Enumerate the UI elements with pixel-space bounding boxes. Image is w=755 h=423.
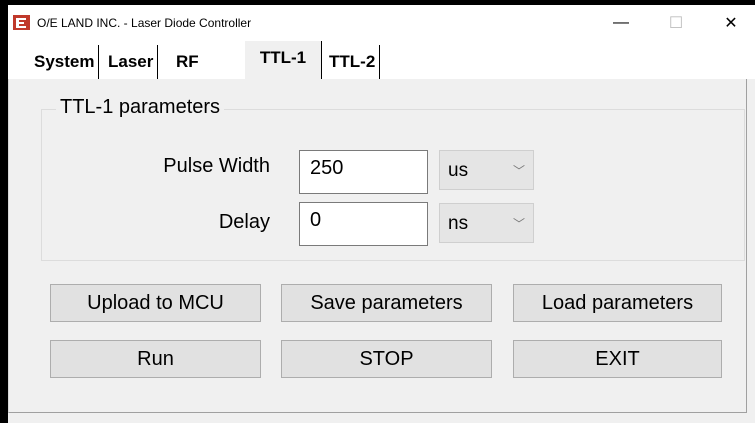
pulse-width-input[interactable]: 250 xyxy=(299,150,428,194)
tab-laser[interactable]: Laser xyxy=(104,45,159,79)
upload-to-mcu-button[interactable]: Upload to MCU xyxy=(50,284,261,322)
window-border-left xyxy=(0,0,8,423)
tab-strip: System Laser RF TTL-1 TTL-2 xyxy=(8,41,755,79)
client-area: System Laser RF TTL-1 TTL-2 TTL-1 parame… xyxy=(8,41,755,423)
delay-input[interactable]: 0 xyxy=(299,202,428,246)
minimize-button[interactable]: — xyxy=(598,5,644,41)
tab-ttl-2[interactable]: TTL-2 xyxy=(325,45,381,79)
pulse-width-unit-value: us xyxy=(448,160,469,181)
pulse-width-label: Pulse Width xyxy=(163,155,270,177)
delay-label: Delay xyxy=(218,211,270,233)
delay-unit-value: ns xyxy=(448,213,469,234)
app-window: O/E LAND INC. - Laser Diode Controller —… xyxy=(0,0,755,423)
maximize-button[interactable]: ☐ xyxy=(653,5,699,41)
close-button[interactable]: ✕ xyxy=(708,5,754,41)
chevron-down-icon: ﹀ xyxy=(512,164,525,178)
tab-rf[interactable]: RF xyxy=(172,45,203,79)
load-parameters-button[interactable]: Load parameters xyxy=(513,284,722,322)
delay-unit-select[interactable]: ns ﹀ xyxy=(439,203,534,243)
pulse-width-unit-select[interactable]: us ﹀ xyxy=(439,150,534,190)
tab-system[interactable]: System xyxy=(30,45,100,79)
tab-ttl-1[interactable]: TTL-1 xyxy=(244,41,322,79)
chevron-down-icon: ﹀ xyxy=(512,217,525,231)
title-bar[interactable]: O/E LAND INC. - Laser Diode Controller —… xyxy=(8,5,755,41)
app-logo-icon xyxy=(13,15,30,30)
run-button[interactable]: Run xyxy=(50,340,261,378)
window-title: O/E LAND INC. - Laser Diode Controller xyxy=(37,16,252,30)
stop-button[interactable]: STOP xyxy=(281,340,492,378)
exit-button[interactable]: EXIT xyxy=(513,340,722,378)
save-parameters-button[interactable]: Save parameters xyxy=(281,284,492,322)
group-title: TTL-1 parameters xyxy=(56,94,225,120)
